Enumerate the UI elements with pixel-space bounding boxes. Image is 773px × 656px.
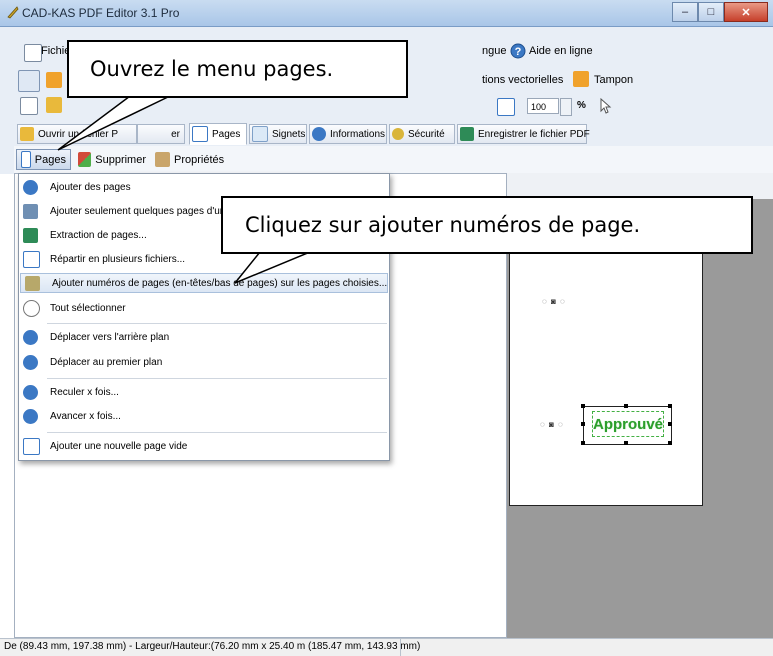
instruction-callout-menu: Ouvrez le menu pages. <box>67 40 408 98</box>
status-text: De (89.43 mm, 197.38 mm) - Largeur/Haute… <box>4 641 421 652</box>
status-cell <box>400 639 773 656</box>
status-bar: De (89.43 mm, 197.38 mm) - Largeur/Haute… <box>0 638 773 656</box>
instruction-callout-add-numbers: Cliquez sur ajouter numéros de page. <box>221 196 753 254</box>
callout-pointers <box>57 95 311 284</box>
